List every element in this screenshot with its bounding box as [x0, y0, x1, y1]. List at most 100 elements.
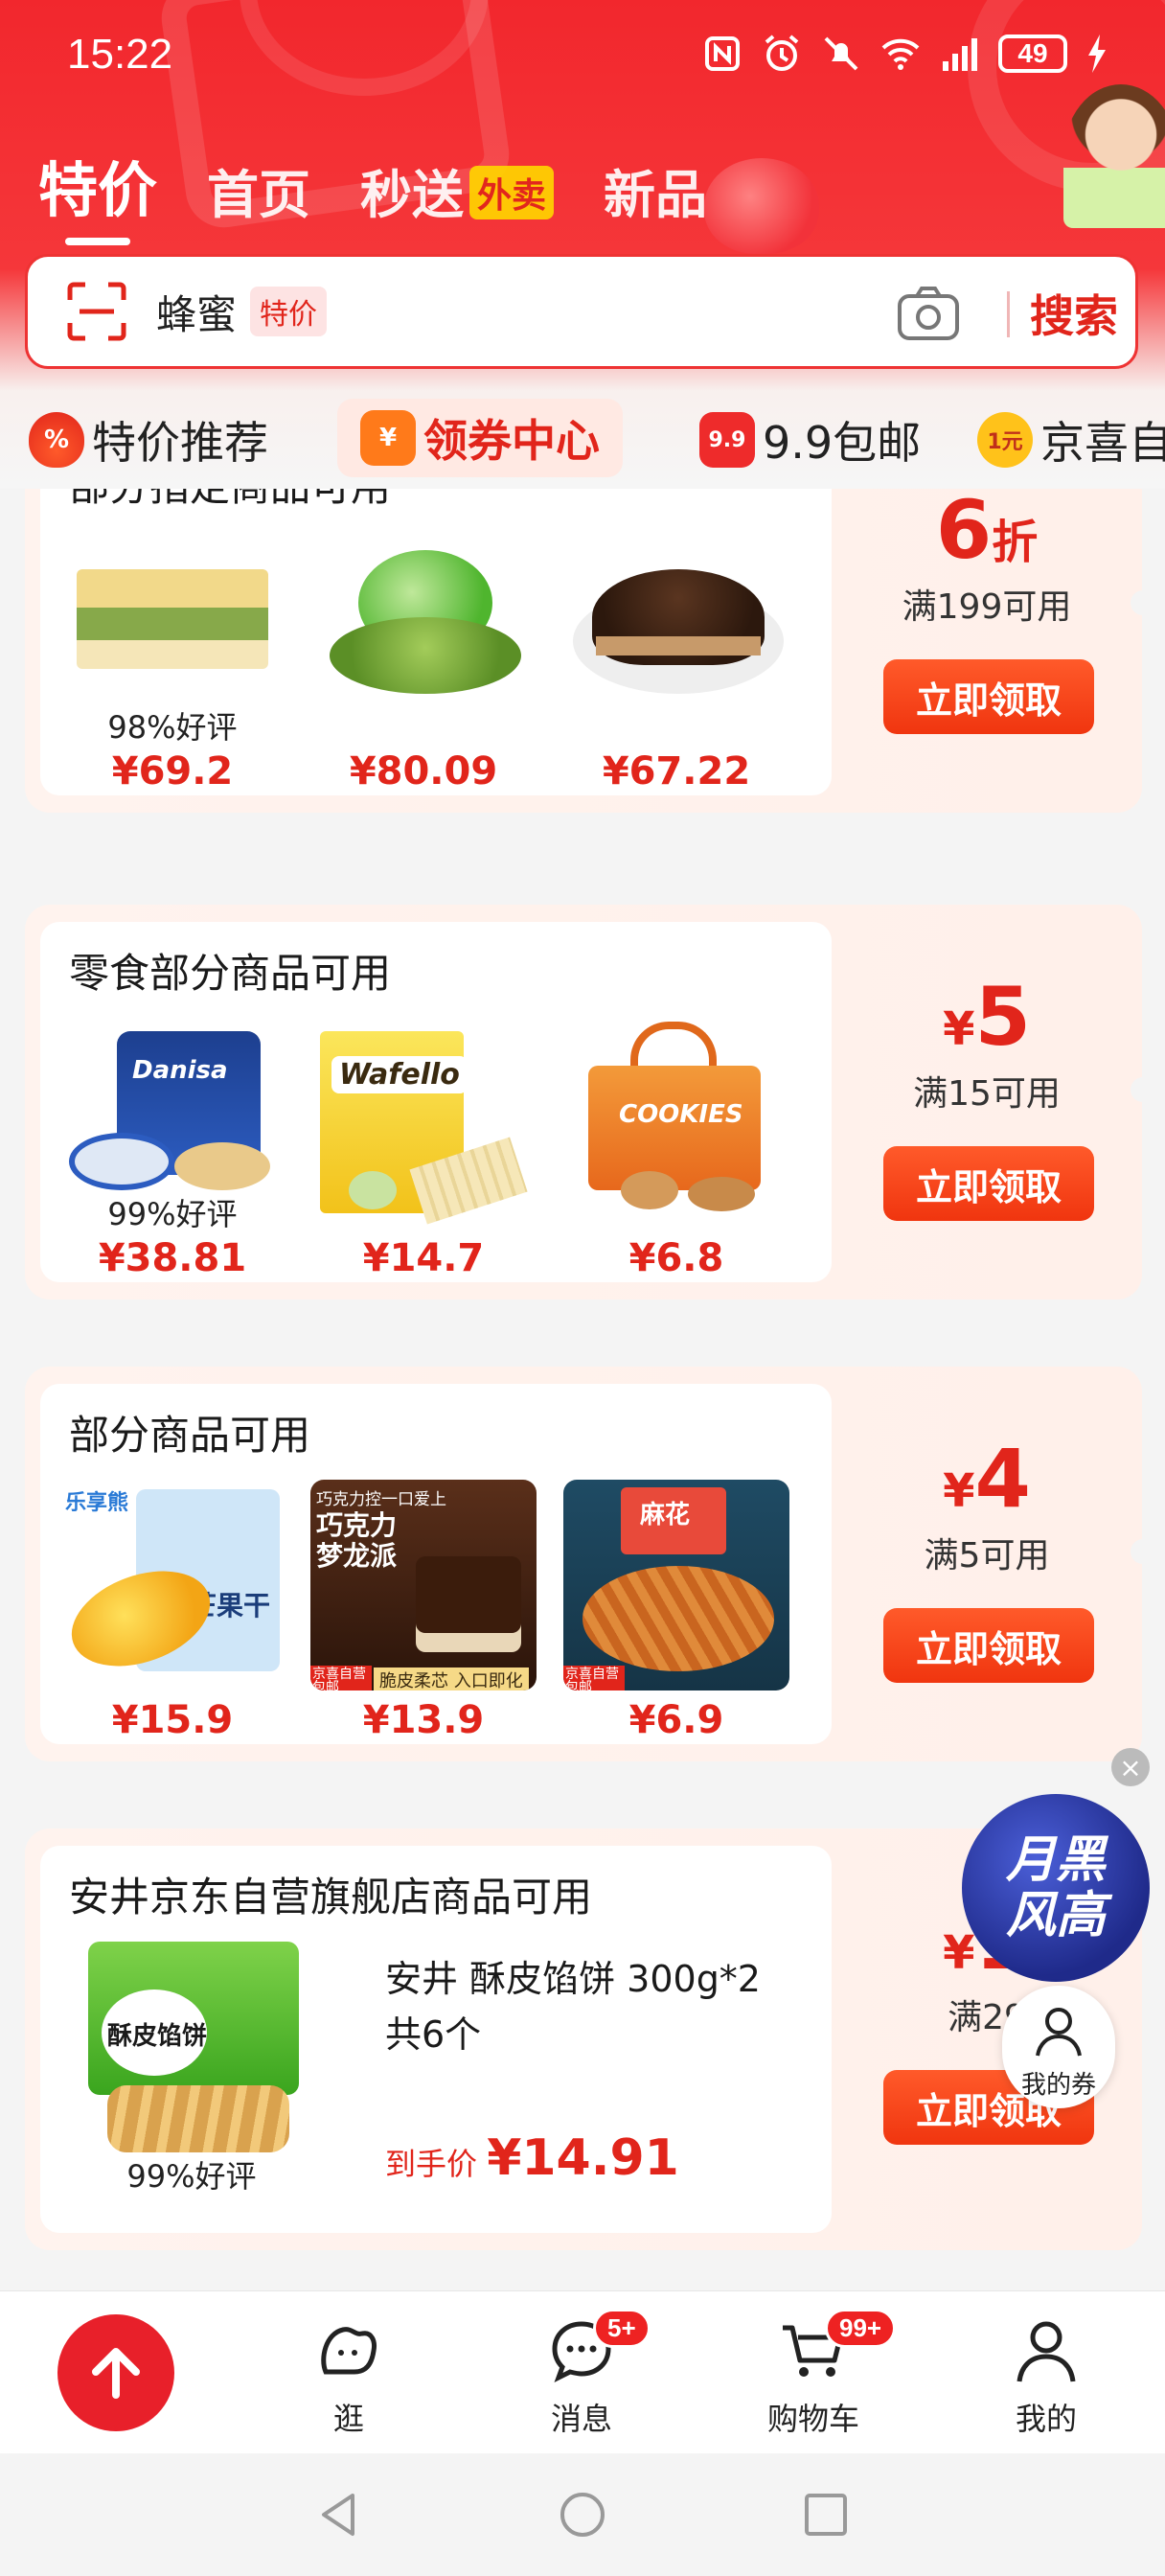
deal-currency: ¥	[943, 1002, 975, 1056]
final-price: 到手价 ¥14.91	[385, 2129, 679, 2187]
product-item[interactable]: 麻花 京喜自营 包邮 ¥6.9	[563, 1480, 789, 1742]
scan-icon[interactable]	[64, 279, 129, 344]
deal-unit: 折	[992, 516, 1039, 569]
back-to-top-button[interactable]	[57, 2314, 174, 2431]
nav-cart[interactable]: 购物车 99+	[746, 2309, 897, 2439]
tag-label: 京喜自营 包邮	[563, 1666, 625, 1690]
nav-stroll[interactable]: 逛	[282, 2314, 416, 2439]
mute-icon	[824, 36, 858, 71]
category-bar: % 特价推荐 ¥ 领券中心 9.9 9.9包邮 1元 京喜自	[0, 393, 1165, 489]
deal-value: ¥5	[832, 970, 1142, 1064]
deal-currency: ¥	[943, 1464, 975, 1518]
recents-square-icon[interactable]	[801, 2490, 851, 2540]
top-label: 巧克力控一口爱上	[316, 1490, 446, 1509]
deal-amount: 4	[974, 1432, 1031, 1526]
wifi-icon	[881, 38, 920, 70]
product-item[interactable]: 乐享熊 芒果干 ¥15.9	[59, 1480, 286, 1742]
cookies-bag-image: COOKIES	[563, 1018, 789, 1229]
tab-express[interactable]: 秒送 外卖	[360, 152, 555, 228]
coupon-card: 部分指定商品可用 98%好评 ¥69.2 ¥80.09	[25, 489, 1155, 813]
category-label: 领券中心	[423, 415, 600, 467]
brand-label: Wafello	[331, 1056, 468, 1093]
back-triangle-icon[interactable]	[314, 2490, 364, 2540]
claim-button[interactable]: 立即领取	[883, 1608, 1094, 1683]
product-price: ¥80.09	[349, 749, 498, 794]
battery-indicator: 49	[998, 34, 1067, 73]
puff-pastry-image: 酥皮馅饼	[79, 1942, 305, 2162]
pack-label: 巧克力梦龙派	[316, 1509, 398, 1572]
camera-icon[interactable]	[896, 281, 961, 346]
close-float-button[interactable]: ×	[1111, 1748, 1150, 1786]
nav-profile[interactable]: 我的	[979, 2314, 1113, 2439]
product-item[interactable]: ¥67.22	[563, 531, 789, 794]
product-item[interactable]: 巧克力控一口爱上 巧克力梦龙派 京喜自营 包邮 脆皮柔芯 入口即化 ¥13.9	[310, 1480, 537, 1742]
deal-value: 6折	[832, 489, 1142, 577]
category-special-recommend[interactable]: % 特价推荐	[29, 408, 268, 472]
brand-label: 乐享熊	[65, 1491, 129, 1515]
avatar[interactable]	[1063, 84, 1165, 228]
coupon-list[interactable]: 部分指定商品可用 98%好评 ¥69.2 ¥80.09	[0, 489, 1165, 2290]
profile-icon	[1017, 2321, 1076, 2382]
charging-icon	[1088, 34, 1106, 73]
percent-icon: %	[29, 412, 84, 468]
status-bar: 15:22 49	[0, 0, 1165, 115]
claim-button[interactable]: 立即领取	[883, 1146, 1094, 1221]
dough-twists-image: 麻花 京喜自营 包邮	[563, 1480, 789, 1690]
coupon-products: 部分指定商品可用 98%好评 ¥69.2 ¥80.09	[40, 489, 832, 795]
coupon-title: 安井京东自营旗舰店商品可用	[69, 1874, 593, 1920]
product-item[interactable]: ¥80.09	[310, 531, 537, 794]
stroll-icon	[321, 2327, 377, 2375]
product-price: ¥15.9	[111, 1698, 234, 1742]
moon-promo-badge[interactable]: 月黑 风高	[962, 1794, 1150, 1982]
status-time: 15:22	[67, 31, 173, 78]
product-description[interactable]: 安井 酥皮馅饼 300g*2 共6个	[385, 1951, 807, 2062]
product-item[interactable]: 98%好评 ¥69.2	[59, 531, 286, 794]
tab-express-label: 秒送	[360, 165, 465, 225]
wafello-image: Wafello	[310, 1018, 537, 1229]
search-button[interactable]: 搜索	[1030, 282, 1118, 345]
card-notch	[1131, 1077, 1155, 1102]
header: 15:22 49 特价 首页 秒送 外卖 新品 蜂蜜 特价 搜索 % 特价推荐 ¥	[0, 0, 1165, 489]
product-rating: 99%好评	[107, 1196, 238, 1232]
product-price: ¥6.8	[628, 1236, 724, 1280]
signal-icon	[943, 38, 977, 71]
cart-badge: 99+	[825, 2309, 897, 2348]
nfc-icon	[705, 36, 740, 71]
card-notch	[1131, 590, 1155, 615]
coupon-title: 零食部分商品可用	[69, 950, 392, 997]
search-bar[interactable]: 蜂蜜 特价 搜索	[25, 254, 1138, 369]
coupon-offer: ¥5 满15可用 立即领取	[832, 905, 1142, 1300]
tab-special-price[interactable]: 特价	[38, 142, 157, 245]
tab-home[interactable]: 首页	[207, 152, 310, 228]
nav-messages[interactable]: 消息 5+	[514, 2309, 651, 2439]
category-jingxi[interactable]: 1元 京喜自	[977, 408, 1165, 472]
my-coupons-button[interactable]: 我的券	[1002, 1986, 1115, 2108]
watermark: 九千奇	[479, 1215, 565, 1249]
product-price: ¥38.81	[98, 1236, 247, 1280]
nav-label: 消息	[550, 2401, 612, 2437]
nav-label: 我的	[1015, 2401, 1077, 2437]
coupon-icon: ¥	[360, 410, 416, 466]
search-input[interactable]: 蜂蜜	[156, 283, 237, 341]
product-item[interactable]: 酥皮馅饼 99%好评	[79, 1942, 305, 2200]
product-item[interactable]: Danisa 99%好评 ¥38.81	[59, 1018, 286, 1280]
category-nine-nine[interactable]: 9.9 9.9包邮	[699, 408, 921, 472]
message-badge: 5+	[593, 2309, 651, 2348]
tab-new[interactable]: 新品	[604, 152, 707, 228]
one-yuan-icon: 1元	[977, 412, 1033, 468]
home-circle-icon[interactable]	[558, 2490, 607, 2540]
deal-condition: 满199可用	[902, 587, 1072, 627]
brand-label: COOKIES	[619, 1100, 743, 1129]
matcha-crepe-cake-image	[310, 531, 537, 742]
product-price: ¥13.9	[362, 1698, 485, 1742]
category-coupon-center[interactable]: ¥ 领券中心	[337, 399, 623, 477]
coupon-card: 零食部分商品可用 Danisa 99%好评 ¥38.81 Wafello ¥14…	[25, 905, 1155, 1300]
my-coupons-label: 我的券	[1020, 2071, 1096, 2100]
coupon-offer: ¥4 满5可用 立即领取	[832, 1367, 1142, 1761]
coupon-title: 部分指定商品可用	[69, 489, 391, 513]
tag-label: 京喜自营 包邮	[310, 1666, 372, 1690]
category-label: 9.9包邮	[763, 417, 922, 469]
product-item[interactable]: COOKIES ¥6.8	[563, 1018, 789, 1280]
claim-button[interactable]: 立即领取	[883, 659, 1094, 734]
final-price-label: 到手价	[385, 2146, 478, 2182]
